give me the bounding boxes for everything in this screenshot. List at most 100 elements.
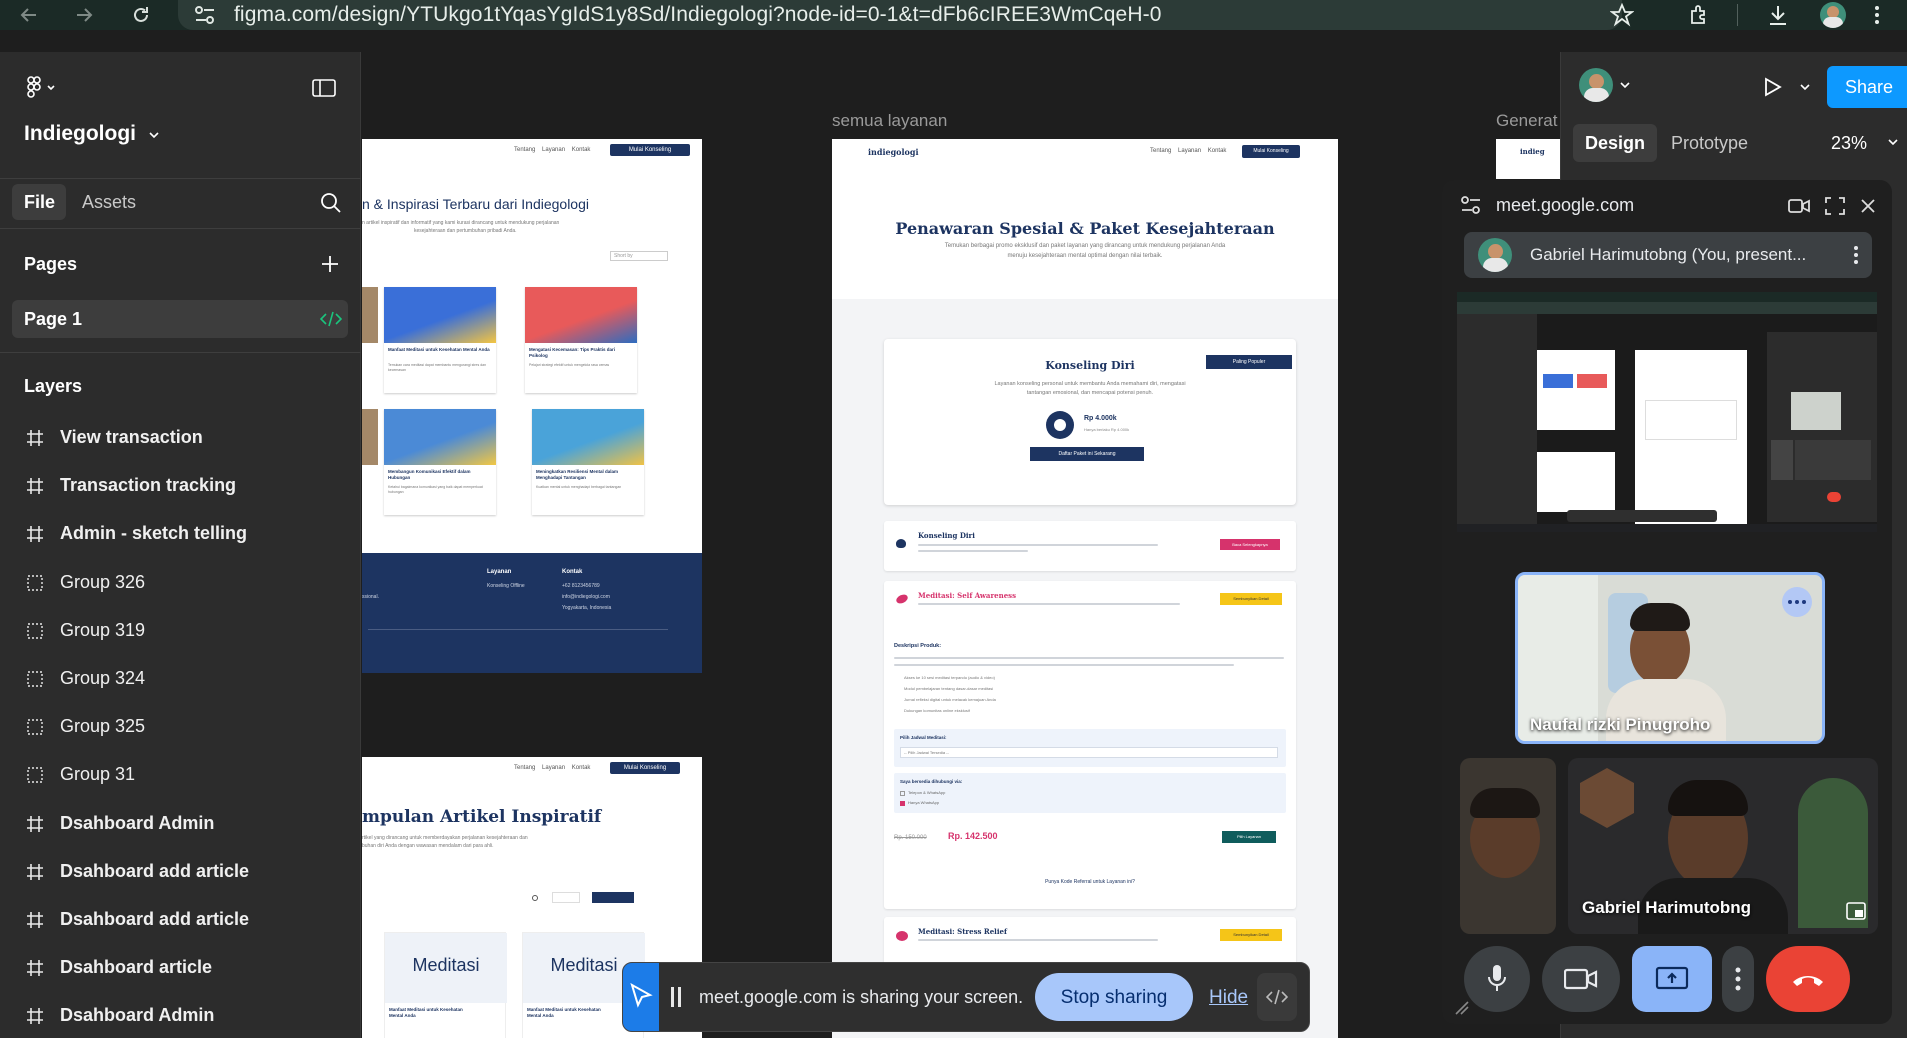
cursor-tool[interactable]: [623, 963, 659, 1031]
tab-file[interactable]: File: [12, 184, 66, 220]
browser-menu-icon[interactable]: [1872, 4, 1882, 26]
address-bar[interactable]: figma.com/design/YTUkgo1tYqasYgIdS1y8Sd/…: [178, 0, 1622, 30]
layers-panel: Indiegologi File Assets Pages Page 1 Lay…: [0, 52, 361, 1038]
close-icon[interactable]: [1860, 198, 1876, 214]
resize-handle-icon[interactable]: [1454, 1000, 1470, 1016]
hero-sub: Temukan berbagai promo eksklusif dan pak…: [944, 243, 1226, 249]
frame-icon: [27, 863, 43, 880]
add-page-icon[interactable]: [320, 254, 340, 274]
profile-avatar[interactable]: [1820, 2, 1846, 28]
detail-bullet: Dukungan komunitas online eksklusif: [904, 708, 970, 713]
layer-row[interactable]: Dsahboard Admin: [0, 802, 361, 846]
group-icon: [27, 719, 43, 735]
search-icon[interactable]: [320, 192, 342, 214]
item-title: Meditasi: Stress Relief: [918, 927, 1007, 936]
layer-row[interactable]: Group 319: [0, 609, 361, 653]
layer-name: Dsahboard add article: [60, 860, 250, 881]
layer-row[interactable]: Dsahboard Admin: [0, 994, 361, 1038]
layer-row[interactable]: Group 326: [0, 561, 361, 605]
article-title: Meningkatkan Resiliensi Mental dalam Men…: [536, 469, 619, 480]
search-icon: [532, 895, 538, 901]
layer-row[interactable]: Dsahboard add article: [0, 850, 361, 894]
chevron-down-icon[interactable]: [1619, 82, 1631, 90]
layer-row[interactable]: Group 325: [0, 705, 361, 749]
site-settings-icon[interactable]: [1460, 196, 1482, 214]
layer-row[interactable]: Dsahboard add article: [0, 898, 361, 942]
reload-icon[interactable]: [130, 4, 152, 26]
presenter-banner[interactable]: Gabriel Harimutobng (You, present...: [1464, 232, 1872, 278]
pip-tile-icon[interactable]: [1846, 902, 1866, 920]
layer-name: Group 319: [60, 619, 146, 640]
frame-sub: rtikel yang dirancang untuk memberdayaka…: [362, 835, 528, 841]
frame-icon: [27, 912, 43, 928]
mic-button[interactable]: [1464, 946, 1530, 1012]
page-item-page-1[interactable]: Page 1: [12, 300, 348, 338]
zoom-level[interactable]: 23%: [1831, 133, 1867, 154]
frame-semua-layanan[interactable]: indiegologi Tentang Layanan Kontak Mulai…: [832, 139, 1338, 1038]
service-item: Meditasi: Stress Relief Sembunyikan Deta…: [884, 917, 1296, 967]
tab-design[interactable]: Design: [1573, 124, 1657, 162]
tab-file-label: File: [24, 192, 56, 212]
design-canvas[interactable]: semua layanan Generat Tentang Layanan Ko…: [362, 52, 1560, 1038]
file-name[interactable]: Indiegologi: [24, 122, 136, 146]
url-text[interactable]: figma.com/design/YTUkgo1tYqasYgIdS1y8Sd/…: [234, 3, 1161, 27]
participant-tile[interactable]: Naufal rizki Pinugroho: [1515, 572, 1825, 744]
forward-arrow-icon[interactable]: [73, 4, 95, 26]
user-avatar[interactable]: [1579, 68, 1613, 102]
layer-row[interactable]: Transaction tracking: [0, 464, 361, 508]
schedule-label: Pilih Jadwal Meditasi:: [900, 735, 947, 740]
participant-tile-small[interactable]: [1460, 758, 1556, 934]
participant-tile[interactable]: Gabriel Harimutobng: [1568, 758, 1878, 934]
dev-code-button[interactable]: [1257, 973, 1297, 1021]
filter-chip: [552, 892, 580, 903]
tab-prototype[interactable]: Prototype: [1671, 133, 1748, 154]
present-play-icon[interactable]: [1761, 76, 1783, 98]
download-icon[interactable]: [1766, 3, 1790, 27]
camera-button[interactable]: [1542, 946, 1620, 1012]
layer-row[interactable]: Group 324: [0, 657, 361, 701]
stop-sharing-button[interactable]: Stop sharing: [1035, 973, 1193, 1021]
item-button: Sembunyikan Detail: [1220, 593, 1282, 605]
frame-label-semua-layanan[interactable]: semua layanan: [832, 111, 947, 131]
more-options-icon[interactable]: [1852, 244, 1860, 266]
figma-menu-icon[interactable]: [26, 76, 62, 98]
article-image: [362, 409, 378, 465]
layer-row[interactable]: View transaction: [0, 416, 361, 460]
layer-row[interactable]: Dsahboard article: [0, 946, 361, 990]
group-icon: [27, 767, 43, 784]
chevron-down-icon[interactable]: [1799, 84, 1811, 92]
preview-frame: [1537, 452, 1615, 512]
meet-domain: meet.google.com: [1496, 195, 1635, 215]
share-label: Share: [1845, 77, 1894, 97]
layer-row[interactable]: Admin - sketch telling: [0, 512, 361, 556]
article-title: Membangun Komunikasi Efektif dalam Hubun…: [388, 469, 471, 480]
frame-icon: [27, 430, 43, 446]
toolbar-divider: [1737, 4, 1738, 26]
back-arrow-icon[interactable]: [18, 4, 40, 26]
camera-icon[interactable]: [1788, 198, 1810, 214]
extensions-icon[interactable]: [1688, 3, 1712, 27]
dev-mode-code-icon[interactable]: [320, 310, 342, 328]
share-button[interactable]: Share: [1827, 66, 1907, 108]
leave-call-button[interactable]: [1766, 946, 1850, 1012]
layer-row[interactable]: Group 31: [0, 753, 361, 797]
featured-price-note: Hanya berlaku Rp 4.000k: [1084, 427, 1130, 432]
frame-generat[interactable]: indieg: [1496, 139, 1560, 179]
frame-articles[interactable]: Tentang Layanan Kontak Mulai Konseling n…: [362, 139, 702, 673]
drag-handle-icon[interactable]: [671, 987, 674, 1007]
site-settings-icon[interactable]: [194, 5, 216, 25]
present-screen-button[interactable]: [1632, 946, 1712, 1012]
sidebar-toggle-icon[interactable]: [312, 78, 336, 98]
hide-link[interactable]: Hide: [1209, 987, 1248, 1009]
schedule-select: -- Pilih Jadwal Tersedia --: [900, 747, 1278, 758]
chevron-down-icon[interactable]: [148, 130, 160, 140]
frame-label-generat[interactable]: Generat: [1496, 111, 1557, 131]
chevron-down-icon[interactable]: [1887, 139, 1899, 147]
frame-nav-button: Mulai Konseling: [610, 762, 680, 774]
more-options-button[interactable]: [1722, 946, 1754, 1012]
bookmark-star-icon[interactable]: [1610, 3, 1634, 27]
tab-assets[interactable]: Assets: [82, 192, 136, 213]
drag-handle-icon[interactable]: [678, 987, 681, 1007]
more-options-icon[interactable]: [1782, 587, 1812, 617]
expand-icon[interactable]: [1824, 196, 1846, 216]
